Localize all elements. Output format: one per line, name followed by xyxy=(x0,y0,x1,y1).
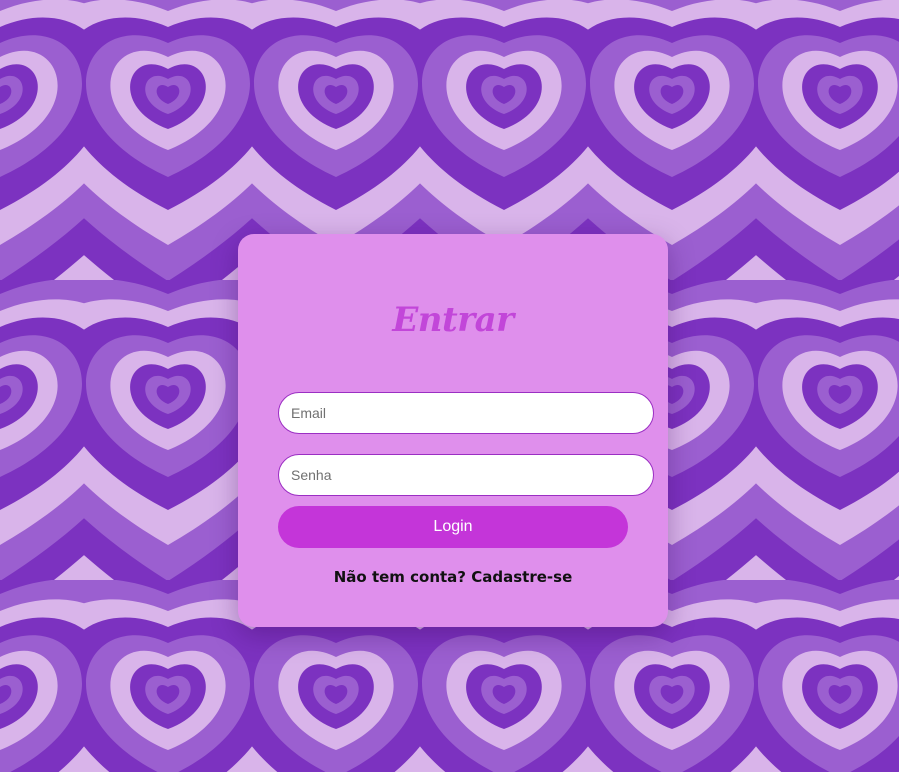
signup-link[interactable]: Cadastre-se xyxy=(471,568,572,586)
signup-prompt-text: Não tem conta? xyxy=(333,568,467,586)
email-input[interactable] xyxy=(278,392,654,434)
login-button[interactable]: Login xyxy=(278,506,628,548)
password-input[interactable] xyxy=(278,454,654,496)
login-card: Entrar Login Não tem conta? Cadastre-se xyxy=(238,234,668,627)
signup-prompt: Não tem conta? Cadastre-se xyxy=(238,568,668,586)
login-title: Entrar xyxy=(392,300,514,340)
